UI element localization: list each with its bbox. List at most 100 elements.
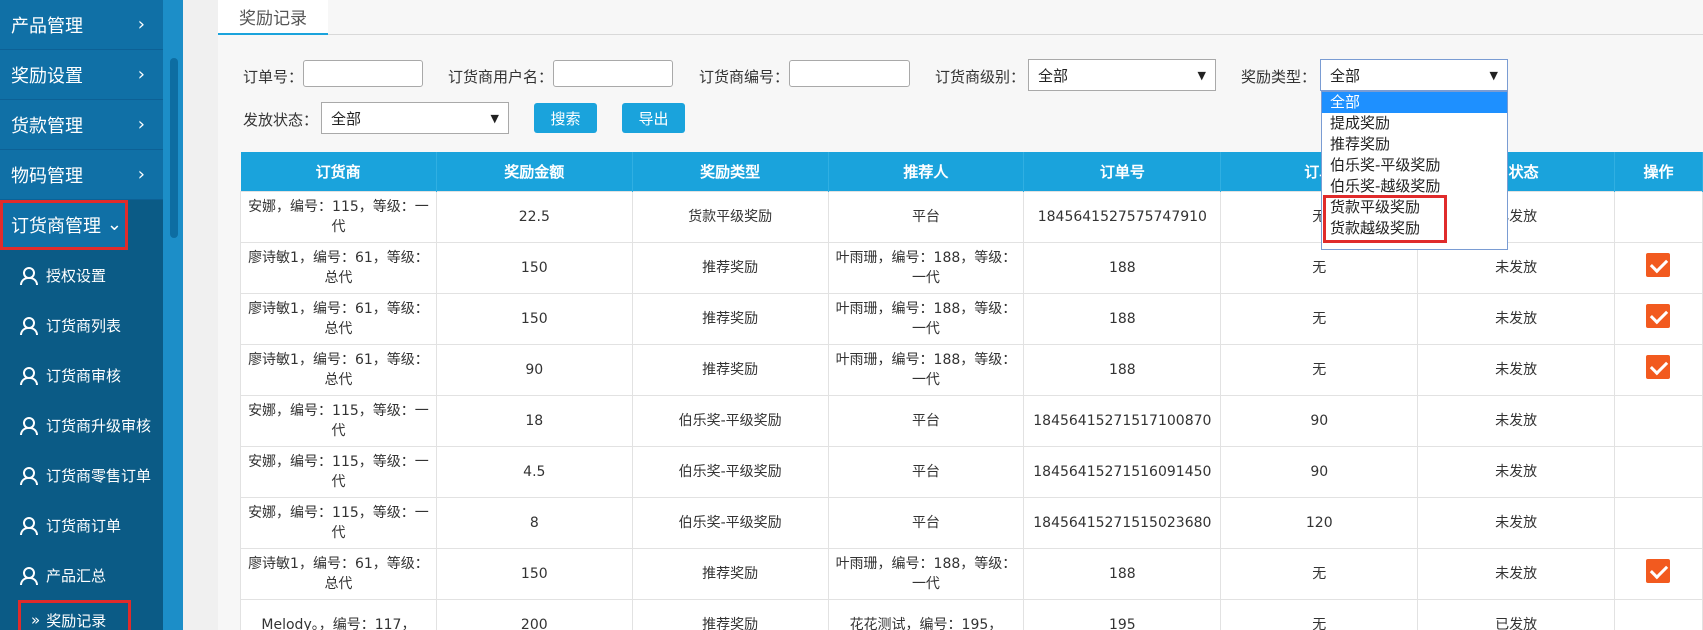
sidebar-subitem-reward-records[interactable]: » 奖励记录 <box>18 600 131 630</box>
reward-type-value: 全部 <box>1330 66 1361 85</box>
cell-order-no: 188 <box>1023 343 1222 396</box>
dropdown-option[interactable]: 伯乐奖-平级奖励 <box>1322 155 1507 176</box>
user-icon <box>20 466 42 485</box>
cell-actions <box>1613 343 1703 396</box>
sidebar-item-code-management[interactable]: 物码管理 › <box>0 150 163 200</box>
order-no-input[interactable] <box>303 60 423 87</box>
sidebar-subitem-label: 订货商列表 <box>46 316 122 335</box>
user-icon <box>20 316 42 335</box>
dropdown-option[interactable]: 提成奖励 <box>1322 113 1507 134</box>
cell-amount: 150 <box>435 292 633 345</box>
chevron-right-icon: › <box>137 64 145 85</box>
dropdown-option[interactable]: 全部 <box>1322 92 1507 113</box>
cell-order-no: 18456415271515023680 <box>1023 496 1222 549</box>
cell-status: 未发放 <box>1417 292 1615 345</box>
dealer-level-label: 订货商级别： <box>935 68 1026 86</box>
cell-type: 伯乐奖-平级奖励 <box>631 394 829 447</box>
cell-amount: 18 <box>435 394 633 447</box>
cell-amount: 90 <box>435 343 633 396</box>
cell-actions <box>1613 190 1703 243</box>
cell-order: 无 <box>1220 598 1419 630</box>
sidebar-item-label: 产品管理 <box>11 15 83 37</box>
dealer-level-value: 全部 <box>1038 66 1069 85</box>
sidebar-submenu: 授权设置 订货商列表 订货商审核 订货商升级审核 订货商零售订单 订货商订单 产… <box>0 250 163 630</box>
checkbox-checked-icon[interactable] <box>1646 252 1671 277</box>
sidebar-subitem-auth-settings[interactable]: 授权设置 <box>0 250 163 300</box>
checkbox-checked-icon[interactable] <box>1646 303 1671 328</box>
sidebar-subitem-product-summary[interactable]: 产品汇总 <box>0 550 163 600</box>
chevron-right-icon: › <box>137 164 145 185</box>
cell-actions <box>1613 394 1703 447</box>
sidebar-subitem-label: 订货商零售订单 <box>46 466 152 485</box>
reward-type-select[interactable]: 全部 ▼ <box>1320 59 1508 91</box>
cell-order-no: 1845641527575747910 <box>1023 190 1222 243</box>
cell-actions <box>1613 496 1703 549</box>
sidebar-subitem-dealer-retail-orders[interactable]: 订货商零售订单 <box>0 450 163 500</box>
header-amount: 奖励金额 <box>436 152 633 191</box>
cell-status: 未发放 <box>1417 547 1615 600</box>
sidebar-item-label: 物码管理 <box>11 165 83 187</box>
dealer-level-select[interactable]: 全部 ▼ <box>1028 59 1216 91</box>
cell-type: 货款平级奖励 <box>631 190 829 243</box>
cell-dealer: 安娜，编号：115，等级：一代 <box>240 445 437 498</box>
export-button[interactable]: 导出 <box>622 103 685 133</box>
cell-type: 伯乐奖-平级奖励 <box>631 445 829 498</box>
cell-status: 未发放 <box>1417 496 1615 549</box>
cell-referrer: 叶雨珊，编号：188，等级：一代 <box>827 547 1025 600</box>
cell-type: 推荐奖励 <box>631 292 829 345</box>
tab-bar: 奖励记录 <box>218 0 1703 35</box>
search-button[interactable]: 搜索 <box>534 103 597 133</box>
cell-order-no: 188 <box>1023 292 1222 345</box>
cell-referrer: 平台 <box>827 394 1025 447</box>
cell-referrer: 叶雨珊，编号：188，等级：一代 <box>827 241 1025 294</box>
dropdown-option[interactable]: 伯乐奖-越级奖励 <box>1322 176 1507 197</box>
cell-amount: 8 <box>435 496 633 549</box>
cell-status: 未发放 <box>1417 445 1615 498</box>
user-icon <box>20 366 42 385</box>
cell-dealer: Melody。，编号：117， <box>240 598 437 630</box>
checkbox-checked-icon[interactable] <box>1646 354 1671 379</box>
sidebar-subitem-label: 产品汇总 <box>46 566 107 585</box>
caret-down-icon: ▼ <box>1489 69 1498 82</box>
dealer-username-label: 订货商用户名： <box>448 68 554 86</box>
header-dealer: 订货商 <box>240 152 437 191</box>
sidebar-item-product-management[interactable]: 产品管理 › <box>0 0 163 50</box>
sidebar-subitem-dealer-upgrade-review[interactable]: 订货商升级审核 <box>0 400 163 450</box>
cell-order: 无 <box>1220 343 1419 396</box>
annotation-highlight-box <box>1323 195 1447 243</box>
sidebar-subitem-dealer-list[interactable]: 订货商列表 <box>0 300 163 350</box>
cell-type: 伯乐奖-平级奖励 <box>631 496 829 549</box>
dropdown-option[interactable]: 推荐奖励 <box>1322 134 1507 155</box>
cell-type: 推荐奖励 <box>631 343 829 396</box>
order-no-label: 订单号： <box>243 68 304 86</box>
sidebar-item-reward-settings[interactable]: 奖励设置 › <box>0 50 163 100</box>
sidebar-item-payment-management[interactable]: 货款管理 › <box>0 100 163 150</box>
header-referrer: 推荐人 <box>828 152 1025 191</box>
sidebar-item-dealer-management[interactable]: 订货商管理 ⌄ <box>0 200 128 250</box>
sidebar-scrollbar[interactable] <box>170 58 178 238</box>
sidebar-subitem-dealer-orders[interactable]: 订货商订单 <box>0 500 163 550</box>
status-select[interactable]: 全部 ▼ <box>321 102 509 134</box>
caret-down-icon: ▼ <box>1197 69 1206 82</box>
sidebar-subitem-dealer-review[interactable]: 订货商审核 <box>0 350 163 400</box>
sidebar-subitem-label: 订货商审核 <box>46 366 122 385</box>
sidebar-subitem-label: 订货商订单 <box>46 516 122 535</box>
tab-reward-records[interactable]: 奖励记录 <box>218 0 328 35</box>
sidebar-subitem-label: 授权设置 <box>46 266 107 285</box>
dealer-username-input[interactable] <box>553 60 673 87</box>
user-icon <box>20 516 42 535</box>
cell-referrer: 平台 <box>827 190 1025 243</box>
user-icon <box>20 416 42 435</box>
cell-order-no: 188 <box>1023 547 1222 600</box>
table-row: 廖诗敏1，编号：61，等级：总代 90 推荐奖励 叶雨珊，编号：188，等级：一代 18… <box>240 343 1703 396</box>
chevron-right-icon: › <box>137 14 145 35</box>
sidebar-subitem-label: 订货商升级审核 <box>46 416 152 435</box>
dealer-code-input[interactable] <box>789 60 910 87</box>
table-row: Melody。，编号：117， 200 推荐奖励 花花测试，编号：195， 195 无已发… <box>240 598 1703 630</box>
chevron-down-icon: ⌄ <box>106 214 122 235</box>
cell-actions <box>1613 598 1703 630</box>
cell-status: 未发放 <box>1417 343 1615 396</box>
table-row: 廖诗敏1，编号：61，等级：总代 150 推荐奖励 叶雨珊，编号：188，等级：一代 1… <box>240 292 1703 345</box>
checkbox-checked-icon[interactable] <box>1646 558 1671 583</box>
cell-referrer: 平台 <box>827 445 1025 498</box>
